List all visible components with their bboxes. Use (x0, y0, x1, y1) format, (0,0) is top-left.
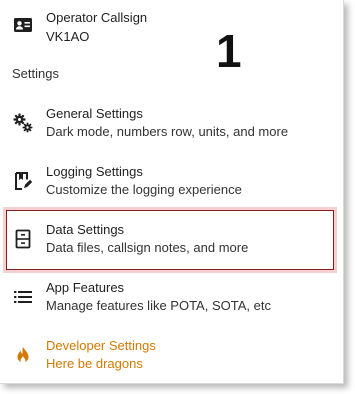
app-features-subtitle: Manage features like POTA, SOTA, etc (46, 298, 271, 313)
app-features-title: App Features (46, 280, 125, 295)
gears-icon (12, 112, 34, 134)
id-card-icon (12, 14, 34, 36)
annotation-number: 1 (216, 25, 242, 77)
general-settings-title: General Settings (46, 106, 143, 121)
developer-settings-subtitle: Here be dragons (46, 356, 143, 371)
logging-settings-title: Logging Settings (46, 164, 143, 179)
list-icon (12, 286, 34, 308)
settings-section-header: Settings (12, 66, 59, 81)
fire-icon (12, 344, 34, 366)
operator-callsign-item[interactable]: Operator Callsign VK1AO (0, 0, 343, 52)
general-settings-item[interactable]: General Settings Dark mode, numbers row,… (0, 96, 343, 152)
logbook-edit-icon (12, 170, 34, 192)
settings-panel: Operator Callsign VK1AO 1 Settings Gener… (0, 0, 344, 384)
general-settings-subtitle: Dark mode, numbers row, units, and more (46, 124, 289, 139)
operator-callsign-value: VK1AO (46, 29, 90, 44)
developer-settings-item[interactable]: Developer Settings Here be dragons (0, 328, 343, 382)
developer-settings-title: Developer Settings (46, 338, 156, 353)
app-features-item[interactable]: App Features Manage features like POTA, … (0, 270, 343, 326)
logging-settings-subtitle: Customize the logging experience (46, 182, 242, 197)
highlight-box (6, 210, 334, 270)
logging-settings-item[interactable]: Logging Settings Customize the logging e… (0, 154, 343, 210)
operator-callsign-title: Operator Callsign (46, 10, 148, 25)
